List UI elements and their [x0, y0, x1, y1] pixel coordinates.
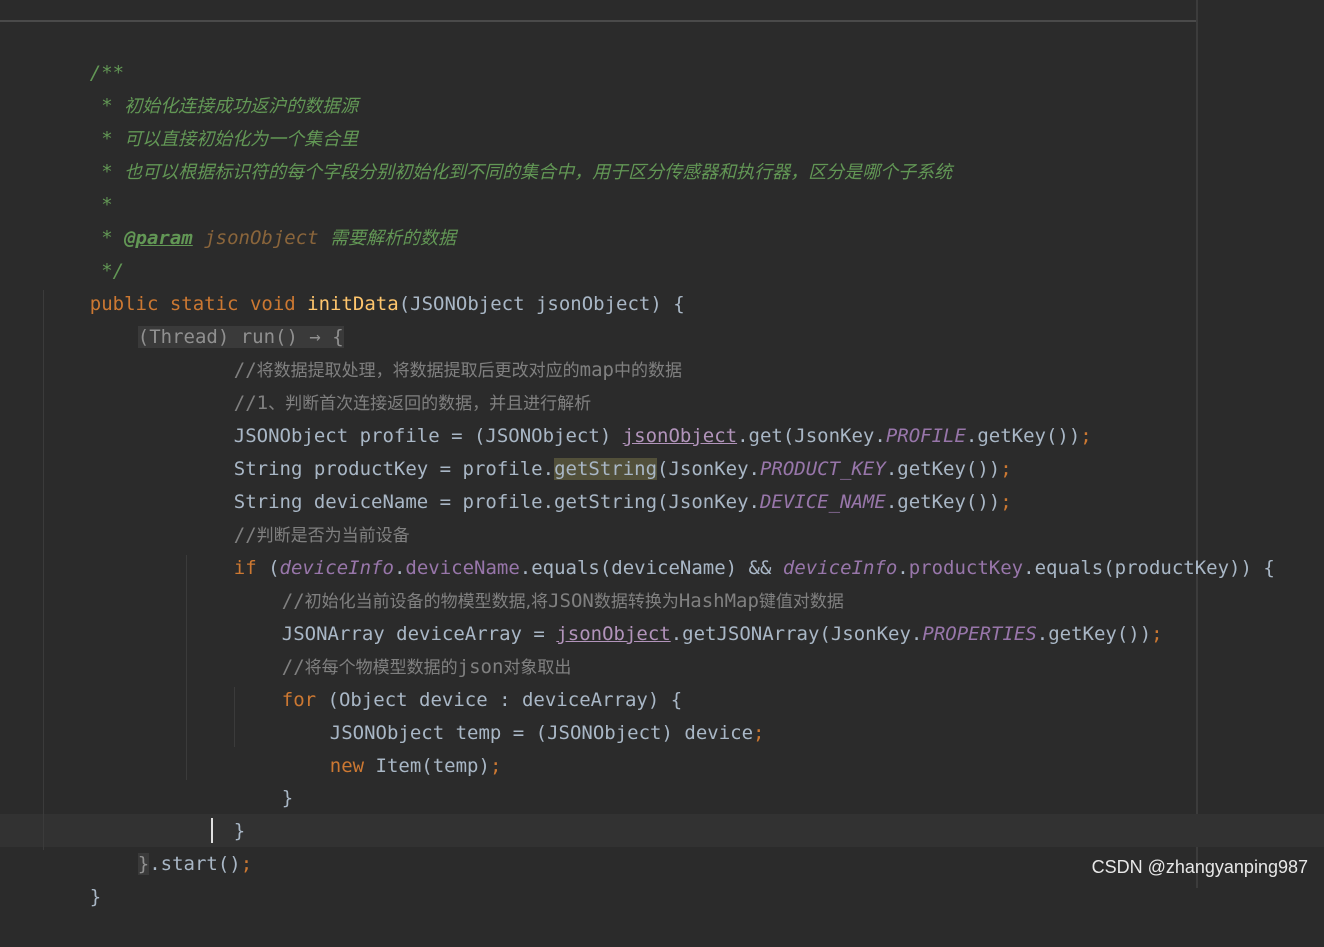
code-line-comment-4: //初始化当前设备的物模型数据,将JSON数据转换为HashMap键值对数据 [236, 552, 844, 612]
code-line-new-item: new Item(temp); [284, 717, 502, 777]
semicolon: ; [489, 755, 502, 777]
code-line-close-for: } [236, 749, 293, 809]
code-line-doc-3: * 也可以根据标识符的每个字段分别初始化到不同的集合中，用于区分传感器和执行器，… [44, 123, 952, 183]
constant-device-name: DEVICE_NAME [759, 491, 886, 513]
field-productkey: productKey [908, 557, 1024, 579]
code-line-doc-open: /** [44, 24, 124, 84]
semicolon: ; [1151, 623, 1163, 645]
code-text: .getJSONArray(JsonKey. [670, 623, 923, 645]
comment-text: 中的数据 [613, 361, 682, 381]
code-text: .equals(productKey)) { [1023, 557, 1275, 579]
code-text: . [897, 557, 909, 579]
doc-param-desc: 需要解析的数据 [330, 228, 457, 249]
code-line-doc-empty: * [44, 156, 112, 216]
semicolon: ; [240, 853, 253, 875]
code-line-device-name: String deviceName = profile.getString(Js… [188, 453, 1012, 513]
semicolon: ; [1000, 491, 1012, 513]
variable-jsonobject[interactable]: jsonObject [556, 623, 670, 645]
semicolon: ; [753, 722, 765, 744]
code-text: Item(temp) [364, 755, 490, 777]
constant-properties: PROPERTIES [922, 623, 1037, 645]
code-line-start: }.start(); [92, 815, 252, 875]
doc-param-name: jsonObject [204, 227, 319, 249]
editor-top-divider [0, 20, 1198, 22]
code-line-temp: JSONObject temp = (JSONObject) device; [284, 684, 765, 744]
code-line-lambda: (Thread) run() → { [92, 288, 344, 348]
code-line-doc-close: */ [44, 222, 124, 282]
indent-guide [186, 555, 187, 780]
code-text: .getKey()) [885, 491, 1001, 513]
keyword-new: new [329, 755, 365, 777]
indent-guide [43, 290, 44, 850]
code-text: .getKey()) [1036, 623, 1152, 645]
doc-text-3: 也可以根据标识符的每个字段分别初始化到不同的集合中，用于区分传感器和执行器，区分… [124, 162, 953, 183]
lambda-close-brace: } [137, 853, 150, 875]
code-line-doc-1: * 初始化连接成功返沪的数据源 [44, 57, 358, 117]
code-line-for: for (Object device : deviceArray) { [236, 651, 682, 711]
code-text: .start() [149, 853, 241, 875]
code-line-comment-3: //判断是否为当前设备 [188, 486, 410, 546]
watermark: CSDN @zhangyanping987 [1091, 857, 1308, 877]
code-line-method-signature: public static void initData(JSONObject j… [44, 255, 685, 315]
code-line-comment-5: //将每个物模型数据的json对象取出 [236, 618, 572, 678]
code-line-comment-2: //1、判断首次连接返回的数据，并且进行解析 [188, 354, 591, 414]
code-line-doc-2: * 可以直接初始化为一个集合里 [44, 90, 358, 150]
code-line-if: if (deviceInfo.deviceName.equals(deviceN… [188, 519, 1275, 579]
code-line-close-if: } [188, 782, 245, 842]
code-line-product-key: String productKey = profile.getString(Js… [188, 420, 1012, 480]
close-brace: } [89, 886, 102, 908]
close-brace: } [281, 787, 294, 809]
code-line-comment-1: //将数据提取处理，将数据提取后更改对应的map中的数据 [188, 321, 682, 381]
doc-param-tag: @param [124, 227, 193, 249]
right-margin-guide [1196, 0, 1198, 888]
code-line-device-array: JSONArray deviceArray = jsonObject.getJS… [236, 585, 1163, 645]
text-caret [211, 818, 213, 843]
code-line-doc-param: * @param jsonObject 需要解析的数据 [44, 189, 456, 249]
method-params: (JSONObject jsonObject) { [398, 293, 685, 315]
code-editor[interactable]: /** * 初始化连接成功返沪的数据源 * 可以直接初始化为一个集合里 * 也可… [0, 0, 1324, 908]
semicolon: ; [1080, 425, 1092, 447]
code-line-profile: JSONObject profile = (JSONObject) jsonOb… [188, 387, 1092, 447]
code-line-close-method: } [44, 848, 101, 908]
indent-guide [234, 687, 235, 747]
